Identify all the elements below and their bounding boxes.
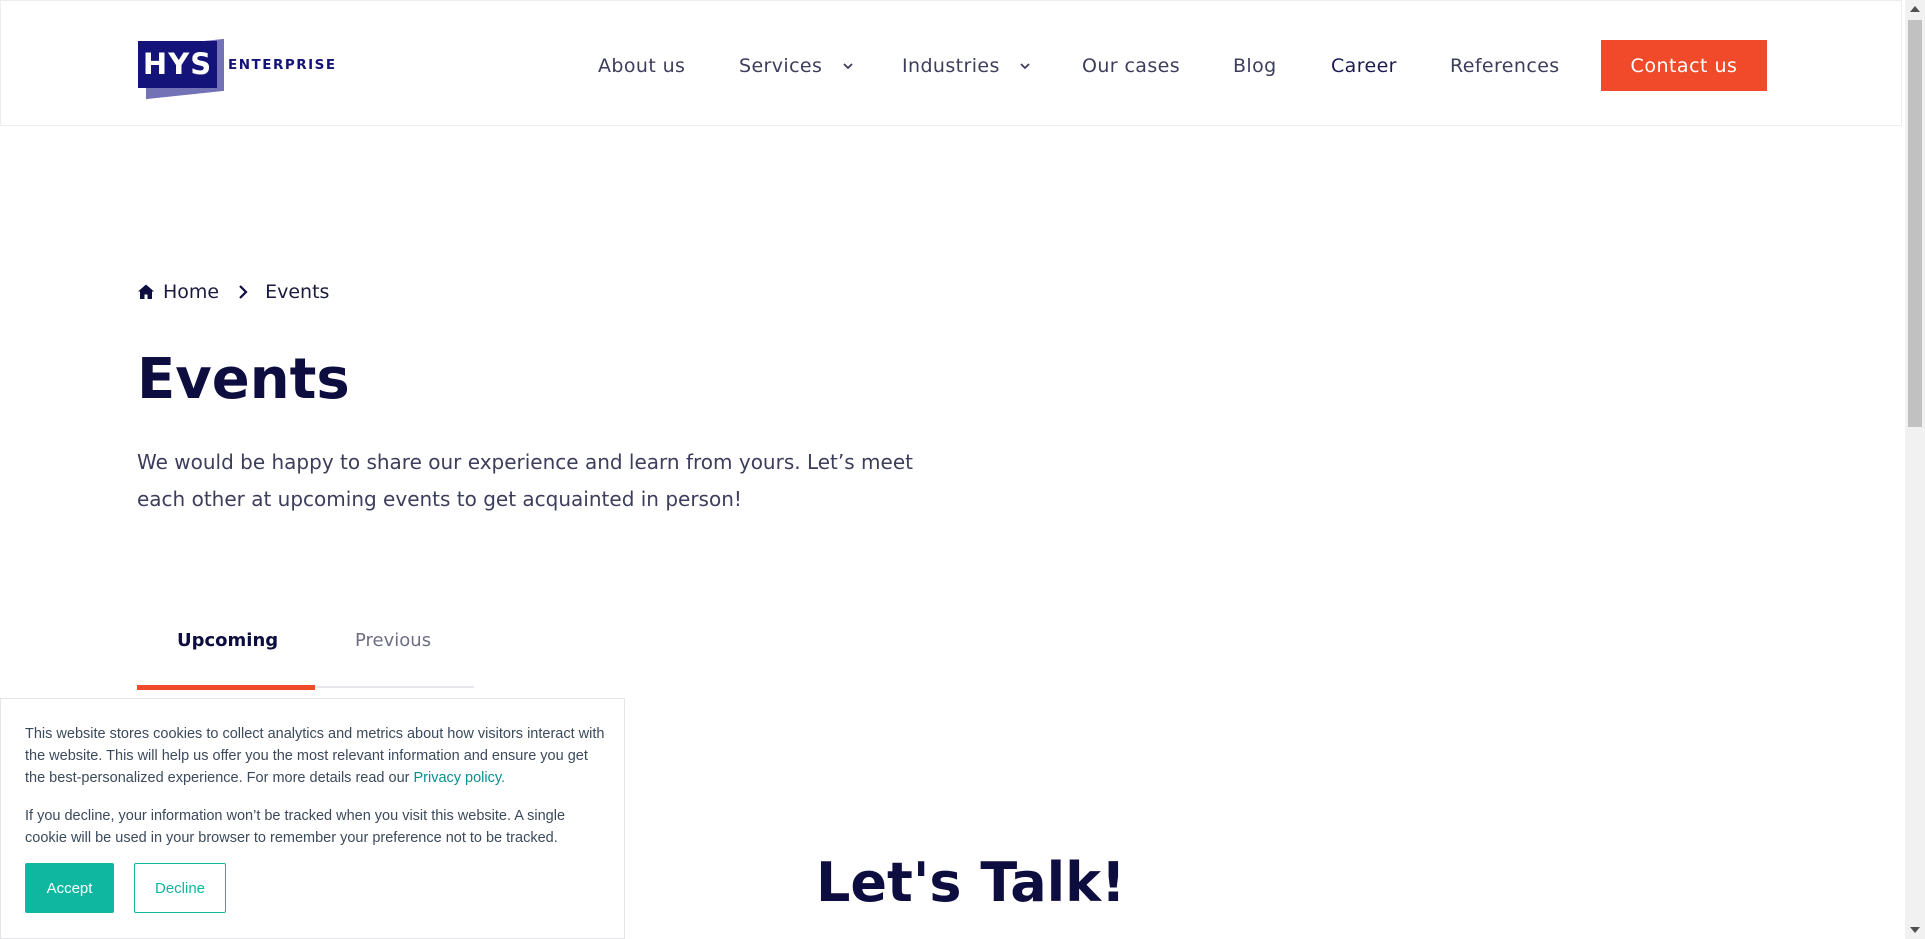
decline-cookies-button[interactable]: Decline — [134, 863, 226, 913]
page-title: Events — [137, 347, 350, 412]
page-intro: We would be happy to share our experienc… — [137, 450, 913, 511]
hys-enterprise-logo[interactable]: HYS ENTERPRISE — [138, 35, 338, 100]
scroll-up-arrow-icon[interactable] — [1910, 6, 1920, 12]
nav-label: Career — [1331, 55, 1397, 77]
logo-mark: HYS — [138, 41, 217, 88]
cookie-text-analytics: This website stores cookies to collect a… — [25, 723, 610, 789]
events-tabs: Upcoming Previous — [137, 620, 474, 690]
tab-previous[interactable]: Previous — [355, 629, 431, 653]
nav-label: Blog — [1233, 55, 1277, 77]
chevron-down-icon — [1020, 63, 1030, 70]
nav-blog[interactable]: Blog — [1233, 54, 1277, 78]
scrollbar-thumb[interactable] — [1908, 20, 1922, 427]
page-scrollbar[interactable] — [1905, 0, 1925, 939]
cookie-banner: This website stores cookies to collect a… — [0, 698, 625, 939]
breadcrumb-home-link[interactable]: Home — [163, 281, 219, 303]
chevron-down-icon — [843, 63, 853, 70]
home-icon[interactable] — [137, 283, 155, 301]
chevron-right-icon — [239, 285, 248, 299]
lets-talk-heading: Let's Talk! — [816, 851, 1126, 914]
cookie-text-main: This website stores cookies to collect a… — [25, 726, 605, 786]
nav-references[interactable]: References — [1450, 54, 1560, 78]
nav-label: References — [1450, 55, 1560, 77]
nav-career[interactable]: Career — [1331, 54, 1397, 78]
active-tab-indicator — [137, 685, 315, 690]
nav-industries[interactable]: Industries — [902, 54, 1030, 78]
cookie-text-decline-info: If you decline, your information won’t b… — [25, 808, 566, 846]
nav-our-cases[interactable]: Our cases — [1082, 54, 1180, 78]
nav-label: About us — [598, 55, 686, 77]
site-header: HYS ENTERPRISE About us Services Industr… — [0, 0, 1902, 126]
tab-upcoming[interactable]: Upcoming — [177, 629, 278, 653]
breadcrumb-current: Events — [265, 281, 330, 303]
nav-label: Our cases — [1082, 55, 1181, 77]
accept-cookies-button[interactable]: Accept — [25, 863, 114, 913]
scroll-down-arrow-icon[interactable] — [1910, 927, 1920, 933]
nav-about-us[interactable]: About us — [598, 54, 685, 78]
privacy-policy-link[interactable]: Privacy policy. — [413, 770, 505, 786]
nav-label: Industries — [902, 55, 1000, 77]
nav-services[interactable]: Services — [739, 54, 853, 78]
logo-suffix: ENTERPRISE — [228, 57, 337, 73]
breadcrumb: Home Events — [137, 280, 329, 304]
nav-label: Services — [739, 55, 823, 77]
contact-us-button[interactable]: Contact us — [1601, 40, 1767, 91]
